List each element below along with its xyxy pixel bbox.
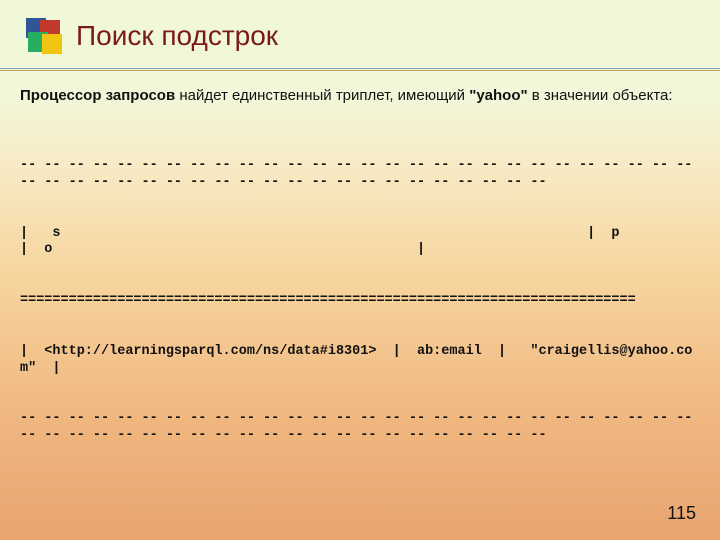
title-divider-2 bbox=[0, 70, 720, 71]
intro-rest: найдет единственный триплет, имеющий bbox=[175, 87, 469, 104]
table-data-row: | <http://learningsparql.com/ns/data#i83… bbox=[20, 344, 700, 378]
slide-body: Процессор запросов найдет единственный т… bbox=[20, 86, 700, 479]
title-row: Поиск подстрок bbox=[26, 18, 278, 54]
slide-title: Поиск подстрок bbox=[76, 20, 278, 52]
page-number: 115 bbox=[667, 503, 696, 524]
table-border-bottom: -- -- -- -- -- -- -- -- -- -- -- -- -- -… bbox=[20, 411, 700, 445]
logo-icon bbox=[26, 18, 62, 54]
intro-text: Процессор запросов найдет единственный т… bbox=[20, 86, 700, 106]
intro-bold-yahoo: "yahoo" bbox=[469, 87, 527, 104]
table-separator: ========================================… bbox=[20, 293, 700, 310]
title-divider-1 bbox=[0, 68, 720, 69]
table-header-row: | s | p | o | bbox=[20, 226, 700, 260]
slide: Поиск подстрок Процессор запросов найдет… bbox=[0, 0, 720, 540]
result-table: -- -- -- -- -- -- -- -- -- -- -- -- -- -… bbox=[20, 124, 700, 478]
intro-tail: в значении объекта: bbox=[528, 87, 673, 104]
intro-lead: Процессор запросов bbox=[20, 87, 175, 104]
table-border-top: -- -- -- -- -- -- -- -- -- -- -- -- -- -… bbox=[20, 158, 700, 192]
